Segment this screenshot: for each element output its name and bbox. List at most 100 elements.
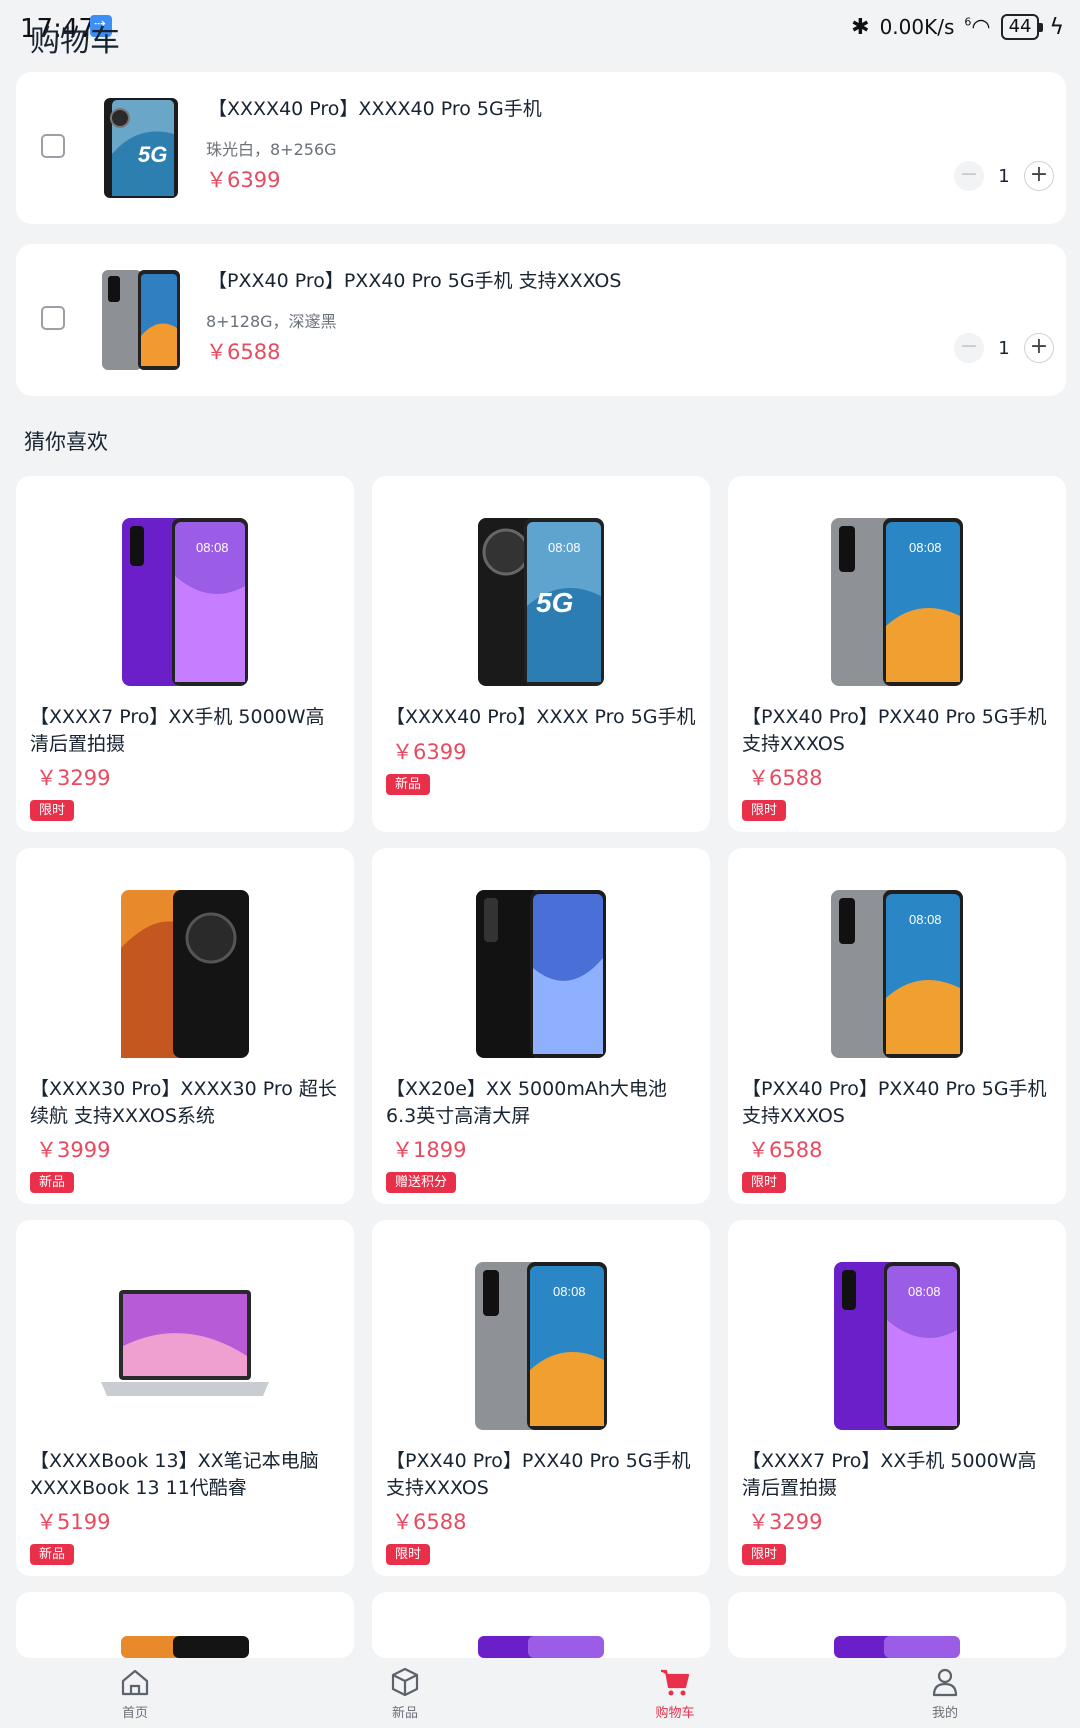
product-price: ￥6588: [748, 766, 823, 790]
product-price: ￥3299: [748, 1510, 823, 1534]
product-thumbnail: 5G: [104, 98, 178, 198]
svg-text:5G: 5G: [138, 142, 167, 167]
product-card[interactable]: [372, 1592, 710, 1658]
product-image: 08:08: [831, 890, 963, 1058]
recommend-section-title: 猜你喜欢: [24, 430, 108, 454]
nav-label: 首页: [121, 1706, 148, 1721]
product-image: 08:08: [834, 1262, 960, 1430]
product-badge: 新品: [30, 1544, 75, 1565]
nav-label: 购物车: [655, 1706, 695, 1721]
charging-icon: ϟ: [1049, 14, 1064, 40]
person-icon: [932, 1668, 958, 1697]
product-card[interactable]: 08:08 【PXX40 Pro】PXX40 Pro 5G手机 支持XXXOS …: [728, 476, 1066, 832]
decrease-quantity-button[interactable]: −: [954, 333, 984, 363]
quantity-value: 1: [998, 337, 1010, 359]
product-price: ￥6588: [392, 1510, 467, 1534]
product-card[interactable]: 【XXXX30 Pro】XXXX30 Pro 超长续航 支持XXXOS系统 ￥3…: [16, 848, 354, 1204]
product-image: 08:08: [122, 518, 248, 686]
cart-item-price: ￥6588: [206, 340, 281, 364]
product-name: 【XXXX7 Pro】XX手机 5000W高清后置拍摄: [742, 1450, 1037, 1499]
product-price: ￥3299: [36, 766, 111, 790]
svg-text:08:08: 08:08: [909, 912, 942, 927]
home-icon: [121, 1669, 149, 1696]
nav-item-home[interactable]: 首页: [0, 1658, 270, 1728]
bottom-navigation: 首页 新品 购物车 我的: [0, 1658, 1080, 1728]
product-card[interactable]: [728, 1592, 1066, 1658]
product-card[interactable]: 5G 08:08 【XXXX40 Pro】XXXX Pro 5G手机 ￥6399…: [372, 476, 710, 832]
product-name: 【PXX40 Pro】PXX40 Pro 5G手机 支持XXXOS: [742, 706, 1047, 755]
cart-item-price: ￥6399: [206, 168, 281, 192]
product-card[interactable]: 08:08 【PXX40 Pro】PXX40 Pro 5G手机 支持XXXOS …: [728, 848, 1066, 1204]
svg-text:08:08: 08:08: [553, 1284, 586, 1299]
cart-item-name[interactable]: 【PXX40 Pro】PXX40 Pro 5G手机 支持XXXOS: [208, 266, 621, 293]
wifi-label: 6: [964, 15, 972, 29]
battery-level: 44: [1008, 16, 1032, 37]
increase-quantity-button[interactable]: +: [1024, 161, 1054, 191]
product-card[interactable]: 08:08 【PXX40 Pro】PXX40 Pro 5G手机 支持XXXOS …: [372, 1220, 710, 1576]
quantity-stepper: − 1 +: [954, 161, 1054, 191]
wifi-icon: 6◠: [964, 14, 991, 40]
product-card[interactable]: [16, 1592, 354, 1658]
cart-icon: [661, 1669, 690, 1696]
product-image: [476, 890, 606, 1058]
product-price: ￥5199: [36, 1510, 111, 1534]
quantity-stepper: − 1 +: [954, 333, 1054, 363]
product-image: [478, 1636, 604, 1658]
nav-item-new[interactable]: 新品: [270, 1658, 540, 1728]
product-image: 08:08: [475, 1262, 607, 1430]
decrease-quantity-button[interactable]: −: [954, 161, 984, 191]
page-title: 购物车: [30, 24, 120, 59]
status-indicators: ✱ 0.00K/s 6◠ 44 ϟ: [851, 14, 1064, 40]
svg-text:08:08: 08:08: [909, 540, 942, 555]
product-badge: 限时: [386, 1544, 431, 1565]
cart-item-spec[interactable]: 8+128G，深邃黑: [206, 308, 337, 332]
product-price: ￥6399: [392, 740, 467, 764]
product-name: 【XX20e】XX 5000mAh大电池 6.3英寸高清大屏: [386, 1078, 667, 1127]
nav-item-profile[interactable]: 我的: [810, 1658, 1080, 1728]
cart-item-spec[interactable]: 珠光白，8+256G: [206, 136, 337, 160]
product-name: 【XXXX7 Pro】XX手机 5000W高清后置拍摄: [30, 706, 325, 755]
product-image: [101, 1290, 269, 1396]
product-image: [834, 1636, 960, 1658]
product-card[interactable]: 【XXXXBook 13】XX笔记本电脑 XXXXBook 13 11代酷睿 ￥…: [16, 1220, 354, 1576]
product-image: 08:08: [831, 518, 963, 686]
product-card[interactable]: 08:08 【XXXX7 Pro】XX手机 5000W高清后置拍摄 ￥3299 …: [728, 1220, 1066, 1576]
increase-quantity-button[interactable]: +: [1024, 333, 1054, 363]
product-image: [121, 890, 249, 1058]
cart-item-name[interactable]: 【XXXX40 Pro】XXXX40 Pro 5G手机: [208, 94, 542, 121]
network-speed: 0.00K/s: [879, 15, 955, 39]
product-card[interactable]: 08:08 【XXXX7 Pro】XX手机 5000W高清后置拍摄 ￥3299 …: [16, 476, 354, 832]
svg-text:08:08: 08:08: [196, 540, 229, 555]
bluetooth-icon: ✱: [851, 14, 870, 40]
cart-item-checkbox[interactable]: [41, 306, 65, 330]
product-badge: 新品: [386, 774, 431, 795]
product-badge: 新品: [30, 1172, 75, 1193]
product-thumbnail: [102, 270, 180, 370]
product-card[interactable]: 【XX20e】XX 5000mAh大电池 6.3英寸高清大屏 ￥1899 赠送积…: [372, 848, 710, 1204]
product-name: 【PXX40 Pro】PXX40 Pro 5G手机 支持XXXOS: [742, 1078, 1047, 1127]
product-name: 【PXX40 Pro】PXX40 Pro 5G手机 支持XXXOS: [386, 1450, 691, 1499]
nav-item-cart[interactable]: 购物车: [540, 1658, 810, 1728]
cart-item[interactable]: 5G 【XXXX40 Pro】XXXX40 Pro 5G手机 珠光白，8+256…: [16, 72, 1066, 224]
product-price: ￥1899: [392, 1138, 467, 1162]
product-badge: 限时: [742, 1544, 787, 1565]
cart-item-checkbox[interactable]: [41, 134, 65, 158]
product-image: [121, 1636, 249, 1658]
product-badge: 赠送积分: [386, 1172, 457, 1193]
cart-item[interactable]: 【PXX40 Pro】PXX40 Pro 5G手机 支持XXXOS 8+128G…: [16, 244, 1066, 396]
box-icon: [391, 1667, 419, 1697]
product-name: 【XXXX30 Pro】XXXX30 Pro 超长续航 支持XXXOS系统: [30, 1078, 337, 1127]
battery-icon: 44: [1000, 14, 1044, 40]
svg-text:08:08: 08:08: [908, 1284, 941, 1299]
product-badge: 限时: [30, 800, 75, 821]
product-price: ￥3999: [36, 1138, 111, 1162]
nav-label: 我的: [931, 1706, 958, 1721]
status-bar: 17:47 ✱ 0.00K/s 6◠ 44 ϟ: [0, 0, 1080, 56]
product-badge: 限时: [742, 800, 787, 821]
product-badge: 限时: [742, 1172, 787, 1193]
nav-label: 新品: [391, 1706, 418, 1721]
svg-text:08:08: 08:08: [548, 540, 581, 555]
product-name: 【XXXX40 Pro】XXXX Pro 5G手机: [386, 706, 696, 728]
svg-text:5G: 5G: [536, 587, 573, 618]
quantity-value: 1: [998, 165, 1010, 187]
